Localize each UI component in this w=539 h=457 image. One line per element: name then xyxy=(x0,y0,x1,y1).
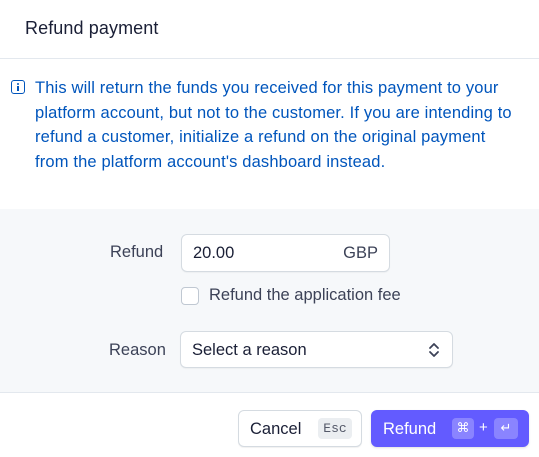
dialog-footer: Cancel Esc Refund ⌘ + ↵ xyxy=(0,392,539,457)
refund-button[interactable]: Refund ⌘ + ↵ xyxy=(371,410,529,447)
refund-payment-dialog: Refund payment This will return the fund… xyxy=(0,0,539,457)
application-fee-checkbox[interactable] xyxy=(181,287,199,305)
refund-amount-input[interactable]: 20.00 GBP xyxy=(181,234,390,272)
shortcut-plus: + xyxy=(479,419,488,436)
application-fee-label[interactable]: Refund the application fee xyxy=(209,286,401,305)
dialog-header: Refund payment xyxy=(0,0,539,59)
cancel-button[interactable]: Cancel Esc xyxy=(238,410,362,447)
info-notice: This will return the funds you received … xyxy=(0,59,539,209)
reason-label: Reason xyxy=(109,341,166,359)
refund-form: Refund 20.00 GBP Refund the application … xyxy=(0,209,539,392)
notice-text: This will return the funds you received … xyxy=(35,79,512,171)
info-icon xyxy=(11,80,25,94)
chevron-up-down-icon xyxy=(429,343,439,357)
reason-select-value[interactable]: Select a reason xyxy=(192,341,307,360)
esc-shortcut-badge: Esc xyxy=(318,418,352,439)
enter-key-icon: ↵ xyxy=(494,418,518,439)
command-key-icon: ⌘ xyxy=(452,418,474,439)
reason-select[interactable]: Select a reason xyxy=(180,331,453,368)
refund-button-label: Refund xyxy=(383,420,437,438)
cancel-button-label: Cancel xyxy=(250,420,302,438)
refund-amount-value[interactable]: 20.00 xyxy=(193,244,234,263)
currency-label: GBP xyxy=(343,244,378,262)
refund-amount-label: Refund xyxy=(110,243,164,261)
dialog-title: Refund payment xyxy=(25,18,159,38)
